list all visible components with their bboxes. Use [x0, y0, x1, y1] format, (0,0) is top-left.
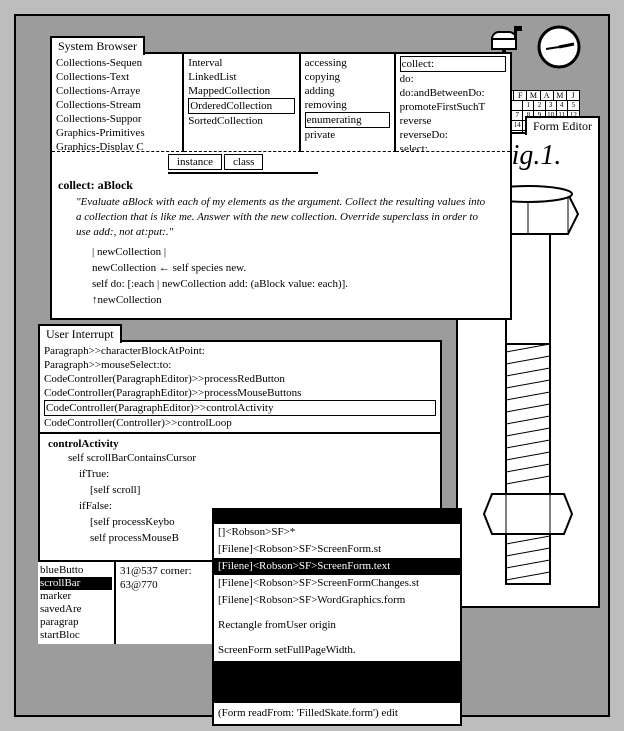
- list-item[interactable]: reverseDo:: [400, 128, 506, 142]
- list-item[interactable]: collect:: [400, 56, 506, 72]
- list-item[interactable]: private: [305, 128, 390, 142]
- list-item[interactable]: OrderedCollection: [188, 98, 294, 114]
- list-item[interactable]: savedAre: [40, 603, 112, 616]
- list-item[interactable]: [Filene]<Robson>SF>ScreenForm.text: [214, 558, 460, 575]
- list-item[interactable]: Graphics-Primitives: [56, 126, 178, 140]
- desktop: J F M A M J 12345 6789101112 13141516171…: [14, 14, 610, 717]
- list-item[interactable]: [Filene]<Robson>SF>ScreenFormChanges.st: [214, 575, 460, 592]
- list-item[interactable]: CodeController(ParagraphEditor)>>control…: [44, 400, 436, 416]
- list-item[interactable]: CodeController(Controller)>>controlLoop: [44, 416, 436, 430]
- list-item[interactable]: MappedCollection: [188, 84, 294, 98]
- list-item[interactable]: marker: [40, 590, 112, 603]
- list-item[interactable]: [Filene]<Robson>SF>ScreenForm.st: [214, 541, 460, 558]
- workspace-window[interactable]: []<Robson>SF>* [Filene]<Robson>SF>Screen…: [212, 508, 462, 726]
- list-item[interactable]: removing: [305, 98, 390, 112]
- workspace-tabstrip[interactable]: [214, 510, 460, 524]
- expr-line[interactable]: ScreenForm setFullPageWidth.: [214, 642, 460, 659]
- calendar-month[interactable]: A: [541, 91, 554, 100]
- list-item[interactable]: promoteFirstSuchT: [400, 100, 506, 114]
- list-item[interactable]: startBloc: [40, 629, 112, 642]
- calendar-month[interactable]: M: [527, 91, 540, 100]
- list-item[interactable]: do:: [400, 72, 506, 86]
- instance-class-switch: instance class: [168, 152, 318, 174]
- list-item[interactable]: Paragraph>>characterBlockAtPoint:: [44, 344, 436, 358]
- list-item[interactable]: [Filene]<Robson>SF>WordGraphics.form: [214, 592, 460, 609]
- list-item[interactable]: CodeController(ParagraphEditor)>>process…: [44, 372, 436, 386]
- list-item[interactable]: Collections-Suppor: [56, 112, 178, 126]
- list-item[interactable]: adding: [305, 84, 390, 98]
- category-pane[interactable]: Collections-Sequen Collections-Text Coll…: [52, 54, 184, 152]
- list-item[interactable]: scrollBar: [40, 577, 112, 590]
- list-item[interactable]: select:: [400, 142, 506, 152]
- list-item[interactable]: CodeController(ParagraphEditor)>>process…: [44, 386, 436, 400]
- calendar-months-row: J F M A M J: [501, 91, 579, 100]
- class-pane[interactable]: Interval LinkedList MappedCollection Ord…: [184, 54, 300, 152]
- calendar-month[interactable]: M: [554, 91, 567, 100]
- list-item[interactable]: accessing: [305, 56, 390, 70]
- protocol-pane[interactable]: accessing copying adding removing enumer…: [301, 54, 396, 152]
- class-button[interactable]: class: [224, 154, 263, 170]
- list-item[interactable]: Collections-Arraye: [56, 84, 178, 98]
- stack-pane[interactable]: Paragraph>>characterBlockAtPoint: Paragr…: [40, 342, 440, 434]
- list-item[interactable]: Graphics-Display C: [56, 140, 178, 152]
- list-item[interactable]: blueButto: [40, 564, 112, 577]
- list-item[interactable]: Paragraph>>mouseSelect:to:: [44, 358, 436, 372]
- method-header: collect: aBlock: [52, 174, 510, 193]
- list-item[interactable]: copying: [305, 70, 390, 84]
- vars-pane[interactable]: blueButto scrollBar marker savedAre para…: [38, 562, 116, 644]
- expr-line[interactable]: Rectangle fromUser origin: [214, 617, 460, 634]
- clock-icon[interactable]: [536, 24, 582, 74]
- debug-method-header: controlActivity: [40, 434, 440, 450]
- system-browser-window[interactable]: System Browser Collections-Sequen Collec…: [50, 52, 512, 320]
- user-interrupt-title[interactable]: User Interrupt: [38, 324, 122, 343]
- workspace-body[interactable]: []<Robson>SF>* [Filene]<Robson>SF>Screen…: [214, 524, 460, 722]
- method-code[interactable]: | newCollection | newCollection ← self s…: [52, 244, 510, 312]
- method-comment: "Evaluate aBlock with each of my element…: [52, 193, 510, 244]
- expr-line[interactable]: (Form readFrom: 'FilledSkate.form') edit: [214, 705, 460, 722]
- list-item[interactable]: Collections-Sequen: [56, 56, 178, 70]
- form-editor-title[interactable]: Form Editor: [525, 116, 600, 135]
- list-item[interactable]: SortedCollection: [188, 114, 294, 128]
- list-item[interactable]: enumerating: [305, 112, 390, 128]
- list-item[interactable]: reverse: [400, 114, 506, 128]
- prompt-line[interactable]: []<Robson>SF>*: [214, 524, 460, 541]
- list-item[interactable]: paragrap: [40, 616, 112, 629]
- system-browser-title[interactable]: System Browser: [50, 36, 145, 55]
- list-item[interactable]: do:andBetweenDo:: [400, 86, 506, 100]
- list-item[interactable]: Collections-Stream: [56, 98, 178, 112]
- instance-button[interactable]: instance: [168, 154, 222, 170]
- selector-pane[interactable]: collect: do: do:andBetweenDo: promoteFir…: [396, 54, 510, 152]
- calendar-month[interactable]: J: [567, 91, 579, 100]
- list-item[interactable]: Collections-Text: [56, 70, 178, 84]
- list-item[interactable]: Interval: [188, 56, 294, 70]
- list-item[interactable]: LinkedList: [188, 70, 294, 84]
- selected-region[interactable]: [214, 661, 460, 703]
- calendar-month[interactable]: F: [514, 91, 527, 100]
